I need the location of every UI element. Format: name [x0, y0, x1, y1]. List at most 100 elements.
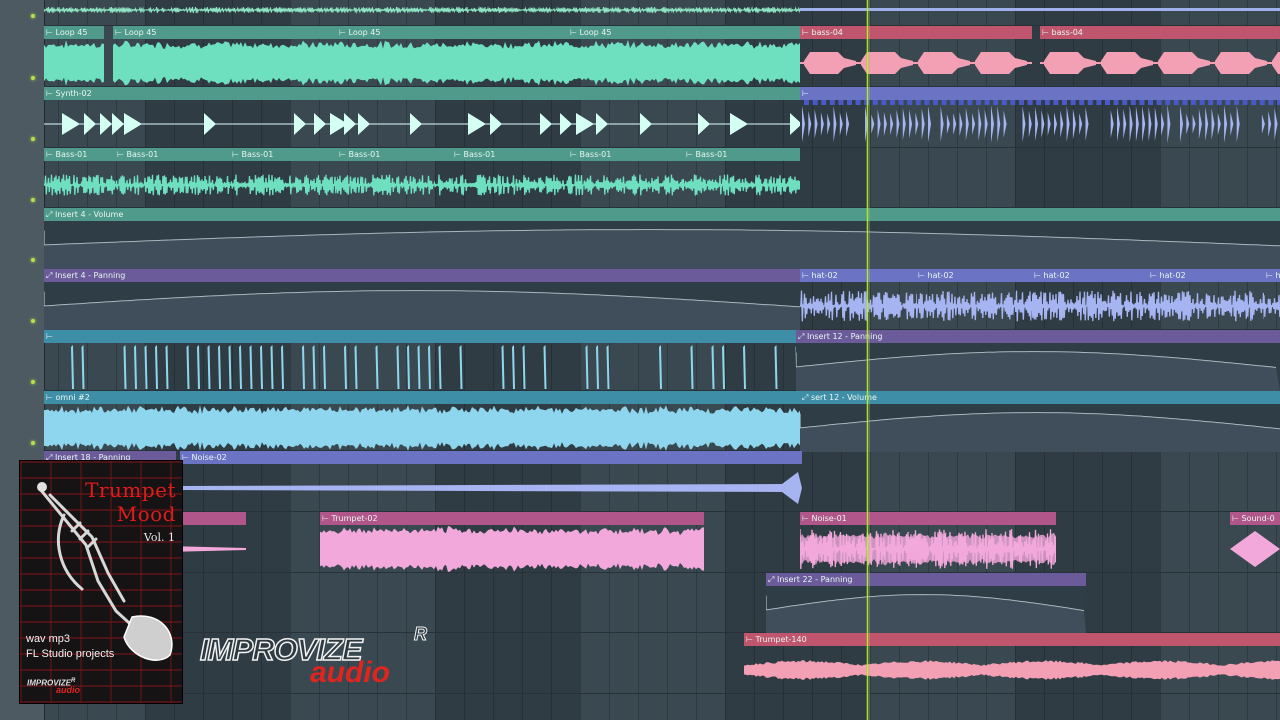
clip-header[interactable]: ⊢ Sound-0: [1230, 512, 1280, 525]
clip-header[interactable]: ⊢ Loop 45: [337, 26, 570, 39]
automation-icon: ⤢: [802, 393, 811, 402]
clip-header[interactable]: ⊢ Trumpet-140: [744, 633, 1280, 646]
clip-header[interactable]: ⤢ Insert 4 - Volume: [44, 208, 1280, 221]
waveform-graphic: [44, 405, 800, 451]
playlist-area[interactable]: ⊢ Loop 45 ⊢ Loop 45 ⊢ Loop 45 ⊢ Loop 45 ⊢ ba…: [0, 0, 1280, 720]
clip-header[interactable]: ⊢ Bass-01: [230, 148, 337, 161]
pattern-clip[interactable]: ⊢ Bass-01: [44, 148, 115, 209]
clip-header[interactable]: ⤢ Insert 22 - Panning: [766, 573, 1086, 586]
clip-header[interactable]: ⊢ Bass-01: [452, 148, 568, 161]
playhead-marker[interactable]: [866, 0, 870, 720]
pattern-clip[interactable]: ⊢: [800, 87, 1280, 148]
track-activity-dot[interactable]: [31, 441, 35, 445]
pattern-clip[interactable]: ⊢ Loop 45: [113, 26, 339, 87]
clip-header[interactable]: ⊢ hat-02: [1032, 269, 1148, 282]
pattern-clip[interactable]: ⊢ Trumpet-02: [320, 512, 704, 573]
automation-icon: ⤢: [46, 271, 55, 280]
pattern-clip[interactable]: ⊢ Sound-0: [1230, 512, 1280, 573]
clip-header[interactable]: ⊢ Bass-01: [337, 148, 452, 161]
track-activity-dot[interactable]: [31, 14, 35, 18]
waveform-graphic: [802, 100, 1280, 144]
clip-header[interactable]: ⊢: [44, 330, 796, 343]
clip-header[interactable]: ⊢ Loop 45: [568, 26, 800, 39]
waveform-graphic: [766, 586, 1086, 634]
clip-header[interactable]: ⊢ Bass-01: [568, 148, 684, 161]
clip-header[interactable]: ⊢ Loop 45: [113, 26, 339, 39]
clip-header[interactable]: ⊢ Synth-02: [44, 87, 800, 100]
waveform-graphic: [337, 174, 452, 196]
pattern-clip[interactable]: ⊢ bass-04: [800, 26, 1032, 87]
pattern-clip[interactable]: ⊢ Loop 45: [44, 26, 104, 87]
clip-menu-icon: ⊢: [46, 150, 56, 159]
partial-track-strip: [43, 0, 1280, 14]
track-activity-dot[interactable]: [31, 258, 35, 262]
waveform-graphic: [115, 174, 230, 196]
pattern-clip[interactable]: ⊢ Bass-01: [230, 148, 337, 209]
pattern-clip[interactable]: ⊢ Bass-01: [684, 148, 800, 209]
pattern-clip[interactable]: ⊢ bass-04: [1040, 26, 1280, 87]
pattern-clip[interactable]: ⊢ Bass-01: [452, 148, 568, 209]
track-activity-dot[interactable]: [31, 137, 35, 141]
clip-header[interactable]: ⊢: [800, 87, 1280, 100]
clip-waveform: [230, 161, 337, 209]
clip-waveform: [684, 161, 800, 209]
pattern-clip[interactable]: ⊢ Synth-02: [44, 87, 800, 148]
clip-label: hat-02: [811, 271, 838, 280]
clip-header[interactable]: ⊢ Trumpet-02: [320, 512, 704, 525]
clip-menu-icon: ⊢: [115, 28, 125, 37]
pattern-clip[interactable]: ⊢ Noise-02: [180, 451, 802, 512]
clip-header[interactable]: ⊢ omni #2: [44, 391, 800, 404]
track-activity-dot[interactable]: [31, 380, 35, 384]
clip-header[interactable]: ⊢ Noise-01: [800, 512, 1056, 525]
clip-label: hat-02: [1159, 271, 1186, 280]
clip-waveform: [180, 464, 802, 512]
track-activity-dot[interactable]: [31, 198, 35, 202]
pattern-clip[interactable]: ⤢ Insert 22 - Panning: [766, 573, 1086, 634]
pattern-clip[interactable]: ⊢ omni #2: [44, 391, 800, 452]
pattern-clip[interactable]: ⊢ hat-02: [916, 269, 1032, 330]
track-activity-dot[interactable]: [31, 319, 35, 323]
clip-waveform: [320, 525, 704, 573]
clip-header[interactable]: ⊢ Bass-01: [44, 148, 115, 161]
pattern-clip[interactable]: ⊢ hat-02: [1148, 269, 1264, 330]
waveform-graphic: [44, 113, 800, 135]
track-activity-dot[interactable]: [31, 76, 35, 80]
pattern-clip[interactable]: ⊢ Loop 45: [568, 26, 800, 87]
pattern-clip[interactable]: ⤢ Insert 4 - Volume: [44, 208, 1280, 269]
clip-waveform: [115, 161, 230, 209]
clip-header[interactable]: ⊢ bass-04: [1040, 26, 1280, 39]
automation-icon: ⤢: [798, 332, 807, 341]
pattern-clip[interactable]: ⊢ hat-02: [1032, 269, 1148, 330]
clip-menu-icon: ⊢: [182, 453, 192, 462]
pattern-clip[interactable]: ⊢ Bass-01: [337, 148, 452, 209]
pattern-clip[interactable]: ⊢ Bass-01: [115, 148, 230, 209]
clip-header[interactable]: ⊢ Bass-01: [684, 148, 800, 161]
clip-label: Sound-0: [1241, 514, 1275, 523]
clip-header[interactable]: ⊢ bass-04: [800, 26, 1032, 39]
pattern-clip[interactable]: ⊢ Noise-01: [800, 512, 1056, 573]
clip-menu-icon: ⊢: [454, 150, 464, 159]
pattern-clip[interactable]: ⤢ sert 12 - Volume: [800, 391, 1280, 452]
waveform-graphic: [320, 526, 704, 572]
clip-waveform: [113, 39, 339, 87]
pattern-clip[interactable]: ⤢ Insert 4 - Panning: [44, 269, 800, 330]
clip-header[interactable]: ⊢ hat-02: [1264, 269, 1280, 282]
clip-header[interactable]: ⊢ hat-02: [1148, 269, 1264, 282]
clip-menu-icon: ⊢: [46, 28, 56, 37]
clip-header[interactable]: ⊢ Loop 45: [44, 26, 104, 39]
clip-header[interactable]: ⊢ hat-02: [916, 269, 1032, 282]
clip-header[interactable]: ⤢ Insert 4 - Panning: [44, 269, 800, 282]
clip-waveform: [1040, 39, 1280, 87]
clip-header[interactable]: ⊢ Noise-02: [180, 451, 802, 464]
promo-cover: Trumpet Mood Vol. 1 wav mp3 FL Studio pr…: [19, 460, 183, 704]
pattern-clip[interactable]: ⊢ hat-02: [800, 269, 916, 330]
pattern-clip[interactable]: ⊢ hat-02: [1264, 269, 1280, 330]
clip-header[interactable]: ⊢ Bass-01: [115, 148, 230, 161]
pattern-clip[interactable]: ⊢ Bass-01: [568, 148, 684, 209]
pattern-clip[interactable]: ⊢ Loop 45: [337, 26, 570, 87]
pattern-clip[interactable]: ⊢: [44, 330, 796, 391]
clip-menu-icon: ⊢: [802, 514, 812, 523]
clip-header[interactable]: ⤢ sert 12 - Volume: [800, 391, 1280, 404]
clip-header[interactable]: ⊢ hat-02: [800, 269, 916, 282]
pattern-clip[interactable]: ⊢ Trumpet-140: [744, 633, 1280, 694]
